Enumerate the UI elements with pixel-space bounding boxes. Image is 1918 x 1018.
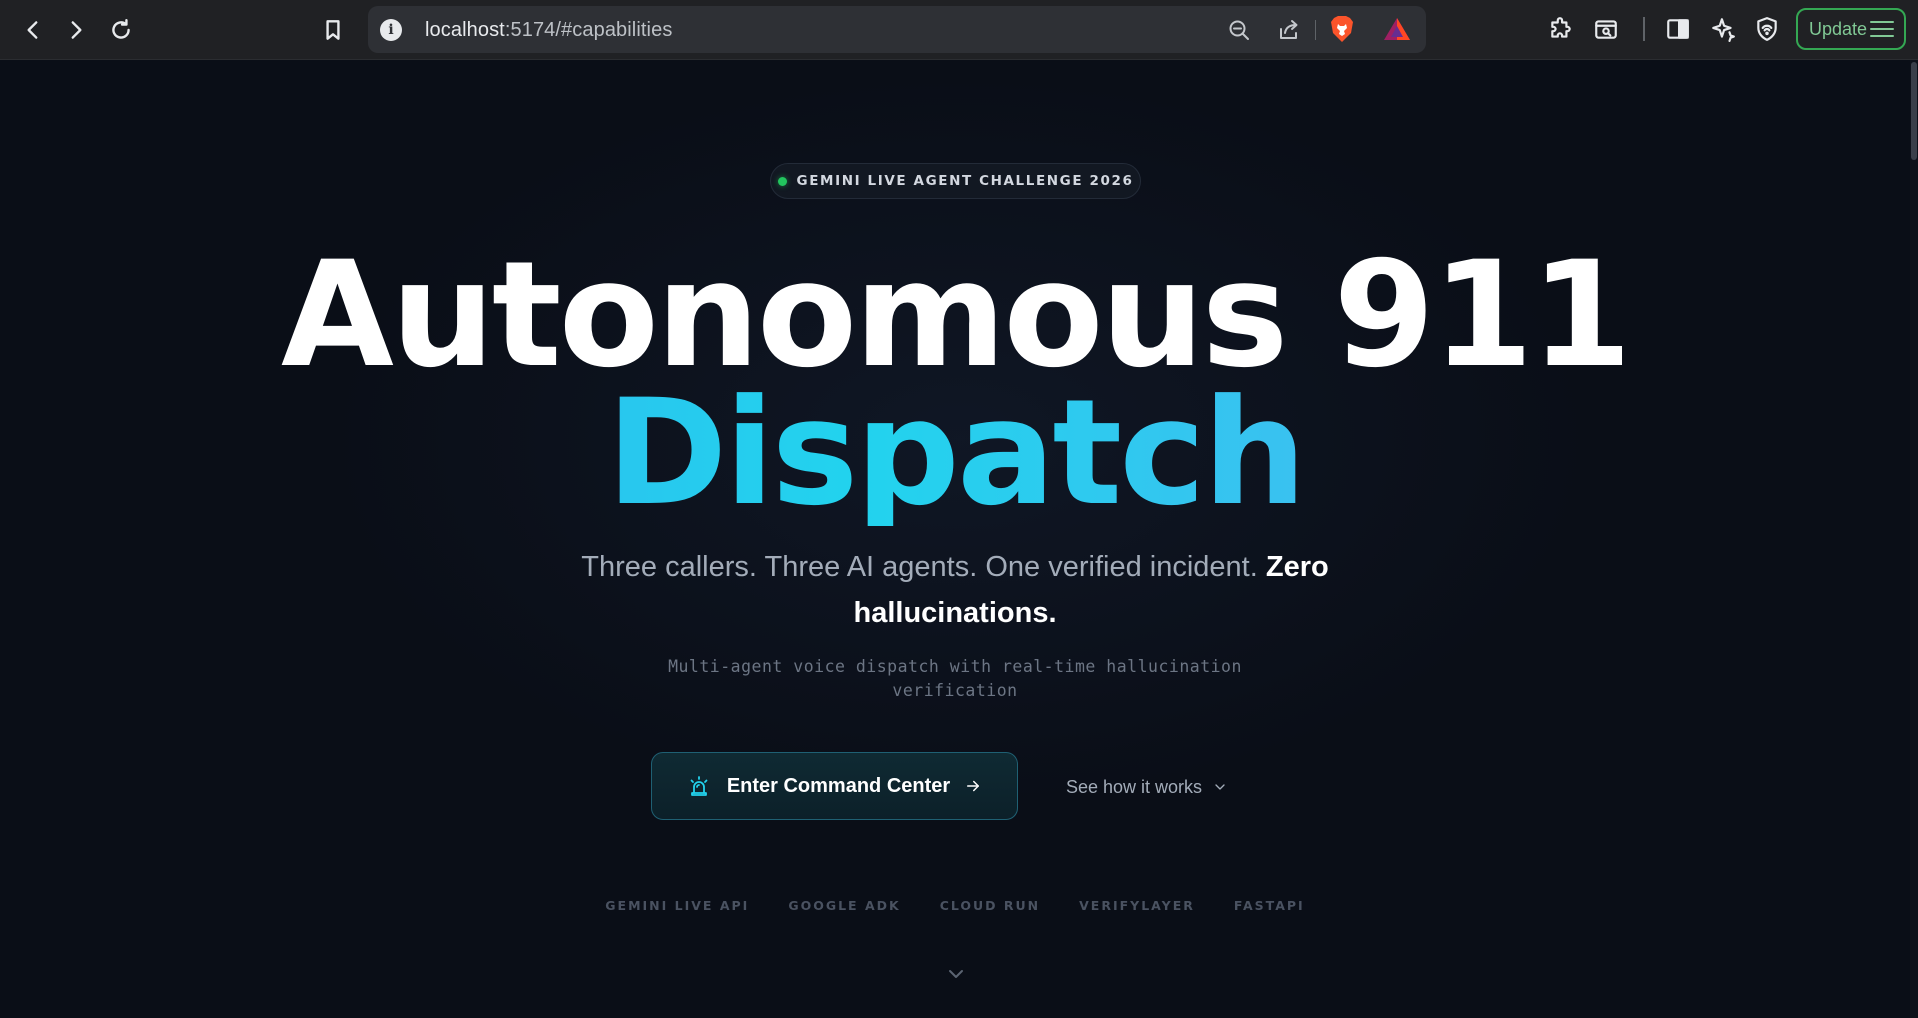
enter-command-center-button[interactable]: Enter Command Center [651, 752, 1018, 820]
landing-page: GEMINI LIVE AGENT CHALLENGE 2026 Autonom… [0, 60, 1918, 1018]
reload-button[interactable] [102, 11, 140, 49]
arrow-right-icon [964, 777, 982, 795]
tab-search-button[interactable] [1589, 12, 1623, 46]
hero-title-line1: Autonomous 911 [280, 230, 1632, 400]
url-path: :5174/#capabilities [504, 19, 673, 41]
address-bar-divider [1315, 20, 1316, 40]
hero-tagline: Three callers. Three AI agents. One veri… [540, 544, 1370, 636]
sidebar-button[interactable] [1661, 12, 1695, 46]
bookmark-icon [326, 20, 340, 40]
scroll-down-icon[interactable] [944, 962, 968, 986]
forward-icon [71, 21, 82, 39]
siren-icon [687, 774, 711, 798]
see-how-it-works-link[interactable]: See how it works [1066, 773, 1228, 801]
share-button[interactable] [1275, 16, 1303, 44]
update-label: Update [1809, 18, 1868, 39]
url-text[interactable]: localhost:5174/#capabilities [425, 19, 672, 42]
enter-command-center-label: Enter Command Center [726, 774, 951, 797]
tech-stack-list: GEMINI LIVE API GOOGLE ADK CLOUD RUN VER… [0, 898, 1910, 913]
menu-icon [1870, 21, 1894, 37]
vpn-button[interactable] [1750, 12, 1784, 46]
leo-ai-icon [1712, 18, 1735, 42]
page-scrollbar[interactable] [1910, 60, 1918, 1018]
update-button[interactable]: Update [1796, 8, 1906, 50]
brave-shields-icon[interactable] [1329, 15, 1355, 43]
hero-title-line2: Dispatch [0, 380, 1910, 526]
vpn-icon [1757, 17, 1777, 41]
back-icon [27, 21, 38, 39]
sidebar-icon [1667, 19, 1689, 39]
site-info-icon[interactable]: i [380, 19, 402, 41]
tech-item-cloud-run: CLOUD RUN [939, 898, 1041, 913]
tech-item-gemini-live-api: GEMINI LIVE API [605, 898, 750, 913]
tech-item-google-adk: GOOGLE ADK [788, 898, 901, 913]
tab-search-icon [1595, 20, 1617, 39]
tech-item-fastapi: FASTAPI [1233, 898, 1305, 913]
event-badge: GEMINI LIVE AGENT CHALLENGE 2026 [770, 163, 1141, 199]
toolbar-divider [1643, 17, 1645, 41]
see-how-it-works-label: See how it works [1066, 776, 1203, 797]
chevron-down-icon [1215, 784, 1225, 790]
share-icon [1280, 20, 1298, 39]
hero-subline: Multi-agent voice dispatch with real-tim… [668, 657, 1242, 700]
scrollbar-thumb[interactable] [1911, 62, 1917, 160]
zoom-out-button[interactable] [1225, 16, 1253, 44]
extensions-button[interactable] [1544, 12, 1578, 46]
brave-rewards-icon[interactable] [1383, 16, 1411, 42]
live-status-dot [777, 176, 787, 186]
tech-item-verifylayer: VERIFYLAYER [1079, 898, 1195, 913]
zoom-out-icon [1229, 20, 1249, 40]
reload-icon [112, 19, 130, 39]
leo-ai-button[interactable] [1706, 12, 1740, 46]
event-badge-label: GEMINI LIVE AGENT CHALLENGE 2026 [796, 173, 1134, 189]
url-host: localhost [425, 19, 505, 41]
browser-toolbar: i localhost:5174/#capabilities Update [0, 0, 1918, 60]
back-button[interactable] [14, 11, 52, 49]
address-bar[interactable]: i localhost:5174/#capabilities [368, 6, 1426, 53]
forward-button[interactable] [57, 11, 95, 49]
extensions-icon [1551, 17, 1571, 38]
bookmark-button[interactable] [314, 11, 352, 49]
tagline-text: Three callers. Three AI agents. One veri… [581, 551, 1258, 583]
